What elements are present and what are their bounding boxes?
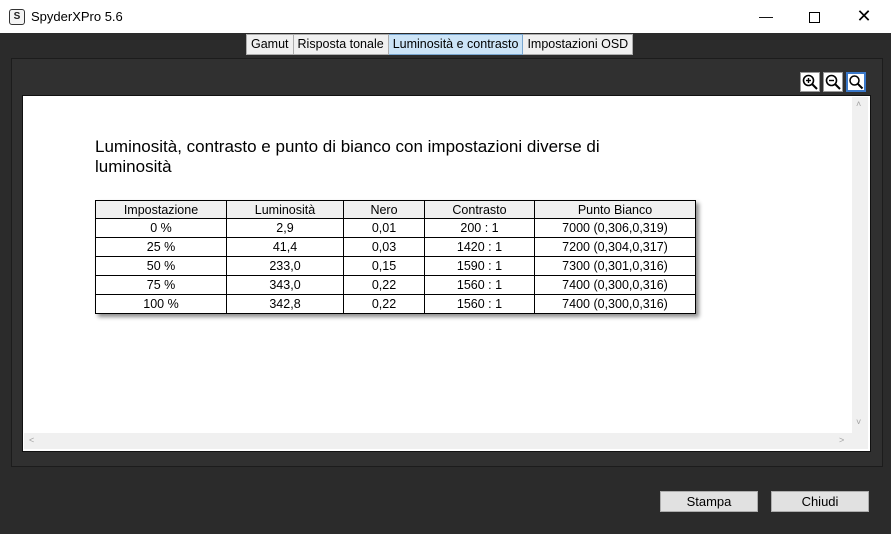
table-cell: 342,8	[226, 294, 344, 314]
zoom-in-icon	[802, 74, 818, 90]
minimize-icon: —	[759, 8, 773, 24]
table-cell: 25 %	[95, 237, 227, 257]
scrollbar-corner	[852, 433, 868, 449]
minimize-button[interactable]: —	[743, 0, 789, 33]
table-cell: 1560 : 1	[424, 294, 535, 314]
table-cell: 41,4	[226, 237, 344, 257]
table-cell: 200 : 1	[424, 218, 535, 238]
table-cell: 233,0	[226, 256, 344, 276]
column-header-setting: Impostazione	[95, 200, 227, 219]
zoom-fit-button[interactable]	[846, 72, 866, 92]
close-icon: ✕	[856, 6, 872, 26]
table-header-row: Impostazione Luminosità Nero Contrasto P…	[95, 200, 696, 219]
table-cell: 0,03	[343, 237, 425, 257]
column-header-black: Nero	[343, 200, 425, 219]
table-cell: 7000 (0,306,0,319)	[534, 218, 696, 238]
table-cell: 50 %	[95, 256, 227, 276]
table-cell: 343,0	[226, 275, 344, 295]
close-button[interactable]: Chiudi	[771, 491, 869, 512]
zoom-out-icon	[825, 74, 841, 90]
column-header-white-point: Punto Bianco	[534, 200, 696, 219]
app-logo-icon: S	[9, 9, 25, 25]
window-title: SpyderXPro 5.6	[31, 9, 123, 24]
table-cell: 0 %	[95, 218, 227, 238]
column-header-contrast: Contrasto	[424, 200, 535, 219]
table-cell: 75 %	[95, 275, 227, 295]
table-cell: 0,01	[343, 218, 425, 238]
maximize-button[interactable]	[791, 0, 837, 33]
tab-strip: Gamut Risposta tonale Luminosità e contr…	[246, 34, 634, 55]
tab-osd-settings[interactable]: Impostazioni OSD	[523, 34, 634, 55]
table-row: 75 % 343,0 0,22 1560 : 1 7400 (0,300,0,3…	[95, 275, 696, 295]
title-bar: S SpyderXPro 5.6 — ✕	[0, 0, 891, 33]
table-cell: 1420 : 1	[424, 237, 535, 257]
close-window-button[interactable]: ✕	[841, 0, 887, 33]
table-cell: 7400 (0,300,0,316)	[534, 275, 696, 295]
tab-gamut[interactable]: Gamut	[246, 34, 294, 55]
scroll-up-icon[interactable]: ˄	[856, 99, 861, 109]
horizontal-scrollbar[interactable]: < >	[24, 433, 852, 449]
table-cell: 7400 (0,300,0,316)	[534, 294, 696, 314]
table-cell: 2,9	[226, 218, 344, 238]
table-cell: 0,22	[343, 294, 425, 314]
scroll-left-icon[interactable]: <	[29, 435, 34, 445]
table-cell: 1590 : 1	[424, 256, 535, 276]
report-title: Luminosità, contrasto e punto di bianco …	[95, 137, 600, 176]
scroll-right-icon[interactable]: >	[839, 435, 844, 445]
table-cell: 0,22	[343, 275, 425, 295]
column-header-luminance: Luminosità	[226, 200, 344, 219]
maximize-icon	[808, 11, 820, 23]
table-cell: 7300 (0,301,0,316)	[534, 256, 696, 276]
vertical-scrollbar[interactable]: ˄ ˅	[852, 97, 868, 433]
tab-tone-response[interactable]: Risposta tonale	[293, 34, 389, 55]
zoom-in-button[interactable]	[800, 72, 820, 92]
zoom-out-button[interactable]	[823, 72, 843, 92]
table-cell: 7200 (0,304,0,317)	[534, 237, 696, 257]
table-cell: 0,15	[343, 256, 425, 276]
print-button[interactable]: Stampa	[660, 491, 758, 512]
table-cell: 100 %	[95, 294, 227, 314]
table-row: 0 % 2,9 0,01 200 : 1 7000 (0,306,0,319)	[95, 218, 696, 238]
table-row: 25 % 41,4 0,03 1420 : 1 7200 (0,304,0,31…	[95, 237, 696, 257]
table-row: 100 % 342,8 0,22 1560 : 1 7400 (0,300,0,…	[95, 294, 696, 314]
table-cell: 1560 : 1	[424, 275, 535, 295]
zoom-fit-icon	[849, 75, 864, 90]
measurements-table: Impostazione Luminosità Nero Contrasto P…	[95, 200, 696, 314]
table-row: 50 % 233,0 0,15 1590 : 1 7300 (0,301,0,3…	[95, 256, 696, 276]
scroll-down-icon[interactable]: ˅	[856, 417, 861, 427]
tab-brightness-contrast[interactable]: Luminosità e contrasto	[388, 34, 524, 55]
